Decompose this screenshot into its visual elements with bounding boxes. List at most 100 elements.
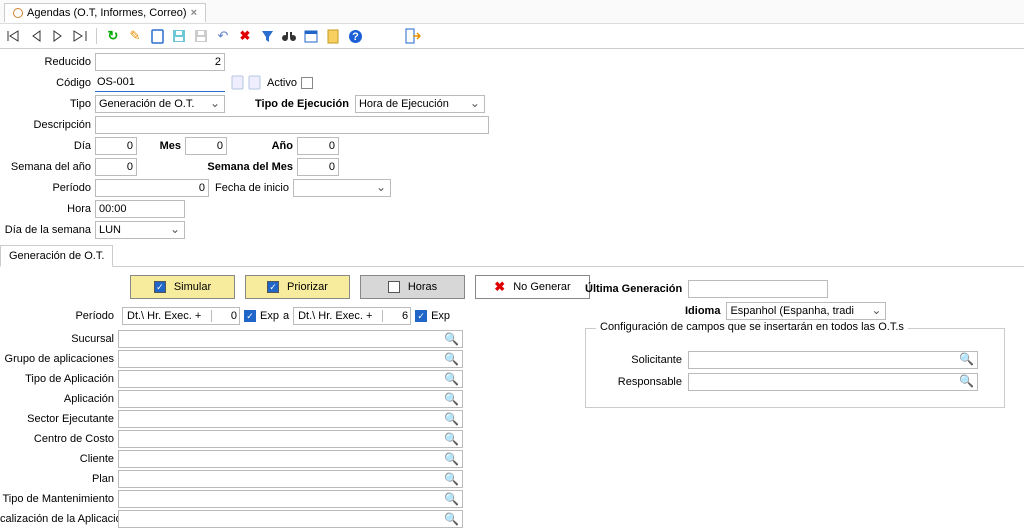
checkbox-activo[interactable]: [301, 77, 313, 89]
search-icon[interactable]: 🔍: [959, 374, 974, 388]
lookup-input[interactable]: 🔍: [118, 490, 463, 508]
label-descripcion: Descripción: [0, 119, 95, 131]
lookup-input[interactable]: 🔍: [118, 370, 463, 388]
search-icon[interactable]: 🔍: [444, 332, 459, 346]
search-icon[interactable]: 🔍: [444, 392, 459, 406]
search-icon[interactable]: 🔍: [444, 452, 459, 466]
simular-button[interactable]: ✓ Simular: [130, 275, 235, 299]
label-mes: Mes: [137, 140, 185, 152]
nav-prev-icon[interactable]: [28, 28, 44, 44]
help-icon[interactable]: ?: [347, 28, 363, 44]
select-tipo[interactable]: Generación de O.T.: [95, 95, 225, 113]
select-tipo-ejecucion[interactable]: Hora de Ejecución: [355, 95, 485, 113]
filter-icon[interactable]: [259, 28, 275, 44]
nav-last-icon[interactable]: [72, 28, 88, 44]
select-fecha-inicio[interactable]: [293, 179, 391, 197]
delete-icon[interactable]: ✖: [237, 28, 253, 44]
save-icon[interactable]: [171, 28, 187, 44]
tab-title: Agendas (O.T, Informes, Correo): [27, 7, 187, 19]
periodo-to[interactable]: Dt.\ Hr. Exec. + 6: [293, 307, 411, 325]
fieldset-legend: Configuración de campos que se insertará…: [596, 321, 908, 333]
lookup-input[interactable]: 🔍: [118, 430, 463, 448]
label-semana-ano: Semana del año: [0, 161, 95, 173]
select-idioma[interactable]: Espanhol (Espanha, tradi: [726, 302, 886, 320]
label-ano: Año: [227, 140, 297, 152]
tab-bar: Agendas (O.T, Informes, Correo) ×: [0, 0, 1024, 24]
search-icon[interactable]: 🔍: [444, 412, 459, 426]
lookup-row: calización de la Aplicación 🔍: [0, 509, 1024, 529]
lookup-input[interactable]: 🔍: [118, 350, 463, 368]
check-icon: ✓: [154, 281, 166, 293]
right-panel: Última Generación Idioma Espanhol (Espan…: [585, 280, 1005, 408]
label-idioma: Idioma: [685, 305, 720, 317]
toolbar: ↻ ✎ ↶ ✖ ?: [0, 24, 1024, 49]
select-dia-semana[interactable]: LUN: [95, 221, 185, 239]
x-icon: ✖: [494, 279, 505, 295]
save-disabled-icon: [193, 28, 209, 44]
undo-icon[interactable]: ↶: [215, 28, 231, 44]
input-codigo[interactable]: [95, 74, 225, 92]
subtab-generacion[interactable]: Generación de O.T.: [0, 245, 113, 267]
lookup-label: Cliente: [0, 453, 118, 465]
binoculars-icon[interactable]: [281, 28, 297, 44]
input-ultima-generacion[interactable]: [688, 280, 828, 298]
input-reducido[interactable]: [95, 53, 225, 71]
lookup-label: Tipo de Aplicación: [0, 373, 118, 385]
priorizar-button[interactable]: ✓ Priorizar: [245, 275, 350, 299]
search-icon[interactable]: 🔍: [959, 352, 974, 366]
input-descripcion[interactable]: [95, 116, 489, 134]
search-icon[interactable]: 🔍: [444, 472, 459, 486]
nav-next-icon[interactable]: [50, 28, 66, 44]
lookup-row: Cliente 🔍: [0, 449, 1024, 469]
input-dia[interactable]: [95, 137, 137, 155]
nav-first-icon[interactable]: [6, 28, 22, 44]
lookup-input[interactable]: 🔍: [118, 510, 463, 528]
input-solicitante[interactable]: 🔍: [688, 351, 978, 369]
document-icon[interactable]: [325, 28, 341, 44]
svg-text:?: ?: [352, 31, 359, 43]
refresh-icon[interactable]: ↻: [105, 28, 121, 44]
input-semana-mes[interactable]: [297, 158, 339, 176]
label-tipo-ejecucion: Tipo de Ejecución: [255, 98, 355, 110]
label-ultima-generacion: Última Generación: [585, 283, 682, 295]
exp-from-check[interactable]: ✓: [244, 310, 256, 322]
search-icon[interactable]: 🔍: [444, 372, 459, 386]
exp-to-label: Exp: [431, 310, 450, 322]
exp-to-check[interactable]: ✓: [415, 310, 427, 322]
tab-agendas[interactable]: Agendas (O.T, Informes, Correo) ×: [4, 3, 206, 22]
input-responsable[interactable]: 🔍: [688, 373, 978, 391]
search-icon[interactable]: 🔍: [444, 512, 459, 526]
exit-icon[interactable]: [405, 28, 421, 44]
edit-icon[interactable]: ✎: [127, 28, 143, 44]
lookup-label: calización de la Aplicación: [0, 513, 118, 525]
form-area: Reducido Código Activo Tipo Generación d…: [0, 49, 1024, 242]
close-icon[interactable]: ×: [191, 7, 197, 19]
codigo-item-icons[interactable]: [231, 75, 261, 90]
label-activo: Activo: [267, 77, 297, 89]
search-icon[interactable]: 🔍: [444, 492, 459, 506]
lookup-input[interactable]: 🔍: [118, 470, 463, 488]
lookup-input[interactable]: 🔍: [118, 330, 463, 348]
horas-button[interactable]: Horas: [360, 275, 465, 299]
lookup-input[interactable]: 🔍: [118, 450, 463, 468]
search-icon[interactable]: 🔍: [444, 352, 459, 366]
exp-from-label: Exp: [260, 310, 279, 322]
lookup-input[interactable]: 🔍: [118, 410, 463, 428]
input-semana-ano[interactable]: [95, 158, 137, 176]
label-fecha-inicio: Fecha de inicio: [209, 182, 293, 194]
periodo-from[interactable]: Dt.\ Hr. Exec. + 0: [122, 307, 240, 325]
no-generar-button[interactable]: ✖ No Generar: [475, 275, 590, 299]
input-hora[interactable]: [95, 200, 185, 218]
label-solicitante: Solicitante: [594, 354, 688, 366]
lookup-input[interactable]: 🔍: [118, 390, 463, 408]
search-icon[interactable]: 🔍: [444, 432, 459, 446]
new-icon[interactable]: [149, 28, 165, 44]
input-periodo[interactable]: [95, 179, 209, 197]
input-ano[interactable]: [297, 137, 339, 155]
input-mes[interactable]: [185, 137, 227, 155]
calendar-icon[interactable]: [303, 28, 319, 44]
lookup-label: Sucursal: [0, 333, 118, 345]
label-periodo-top: Período: [0, 182, 95, 194]
lookup-row: Centro de Costo🔍: [0, 429, 1024, 449]
lookup-label: Grupo de aplicaciones: [0, 353, 118, 365]
